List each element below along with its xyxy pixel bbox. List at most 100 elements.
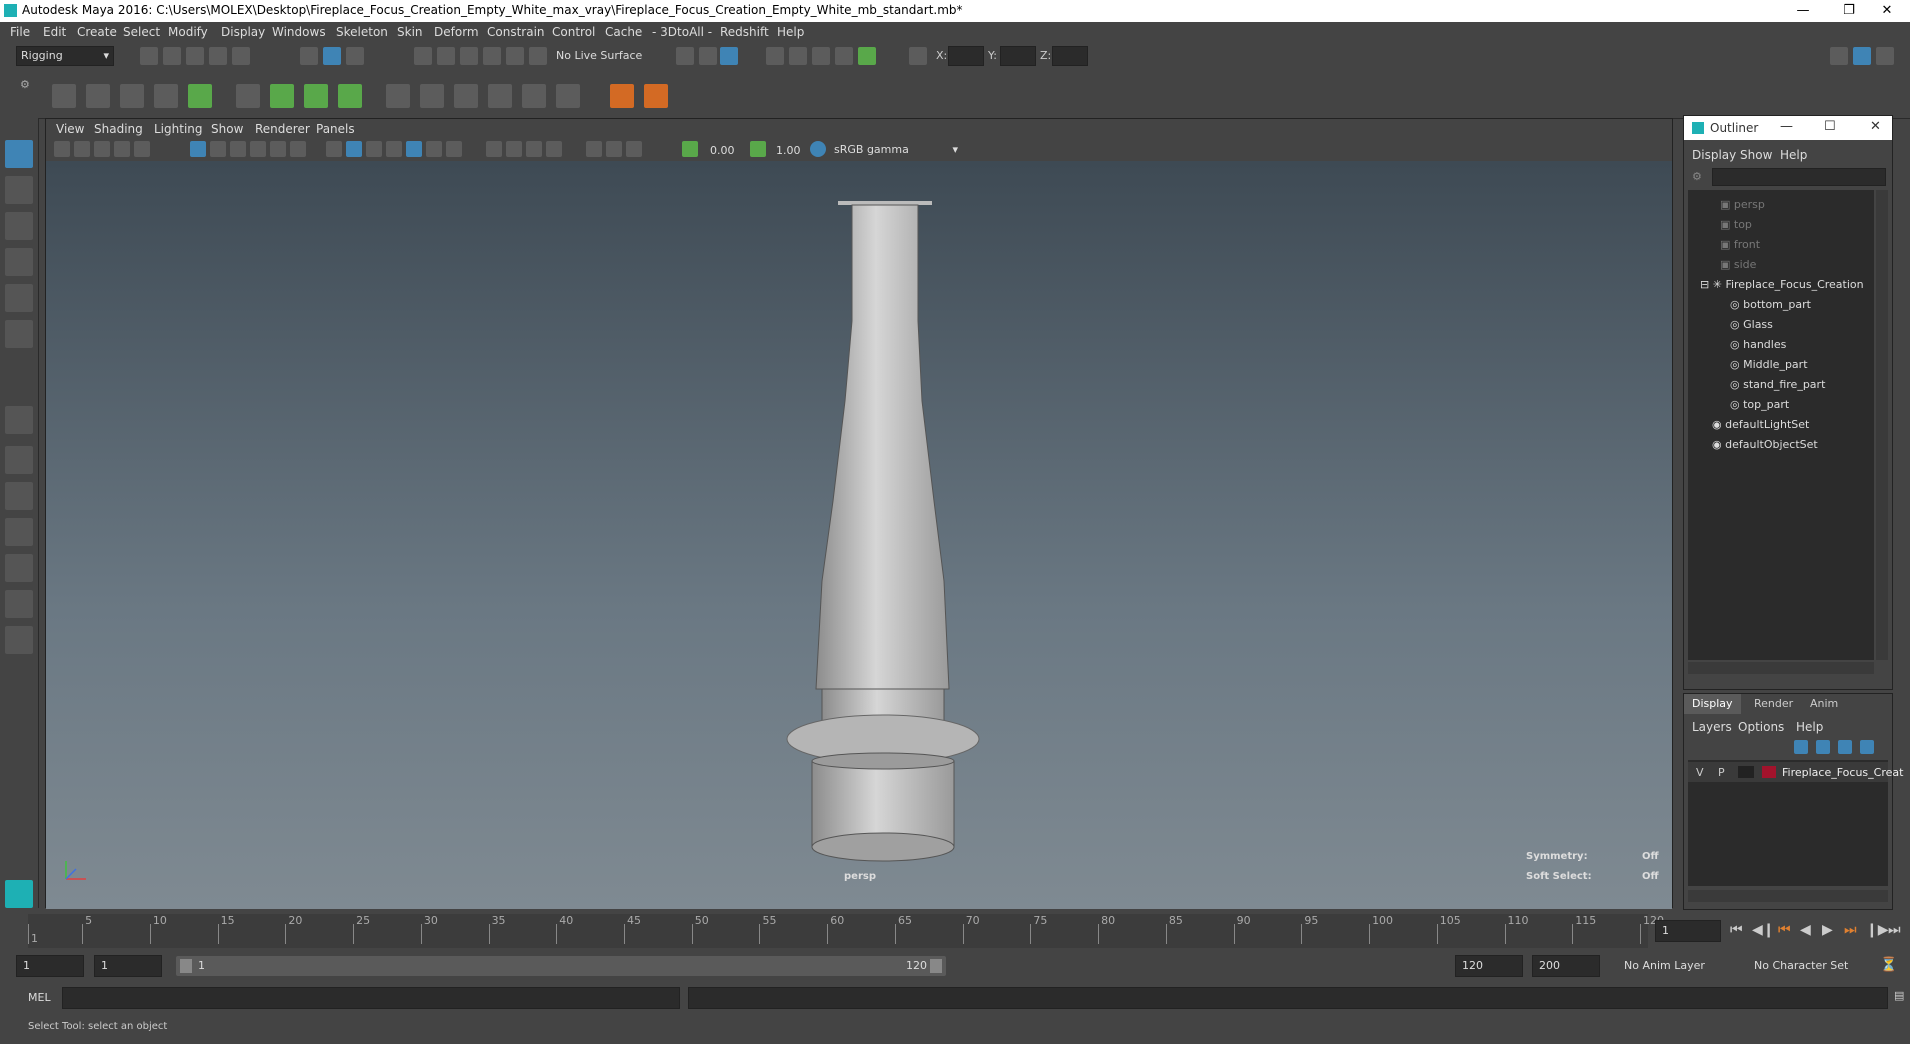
xray-joints-icon[interactable]: [506, 141, 522, 157]
paint-select-icon[interactable]: [5, 212, 33, 240]
play-backwards-icon[interactable]: ◀: [1800, 922, 1811, 938]
menu-3dtoall[interactable]: - 3DtoAll -: [652, 25, 712, 39]
render-frame-icon[interactable]: [789, 47, 807, 65]
move-layer-up-icon[interactable]: [1794, 740, 1808, 754]
open-scene-icon[interactable]: [163, 47, 181, 65]
anim-layer-dropdown[interactable]: No Anim Layer: [1620, 955, 1742, 977]
layer-color-swatch[interactable]: [1762, 766, 1776, 778]
outliner-item-child[interactable]: ◎ stand_fire_part: [1730, 376, 1825, 394]
vp-menu-renderer[interactable]: Renderer: [255, 122, 310, 136]
attribute-editor-icon[interactable]: [1853, 47, 1871, 65]
outliner-item-group[interactable]: ⊟ ✳ Fireplace_Focus_Creation: [1700, 276, 1864, 294]
four-pane-icon[interactable]: [5, 446, 33, 474]
render-layout-icon[interactable]: [5, 590, 33, 618]
auto-key-icon[interactable]: ⏳: [1880, 957, 1897, 973]
rotate-tool-icon[interactable]: [5, 284, 33, 312]
orient-constraint-icon[interactable]: [454, 84, 478, 108]
z-field[interactable]: [1052, 46, 1088, 66]
smooth-shade-icon[interactable]: [346, 141, 362, 157]
step-forward-frame-icon[interactable]: ❙▶: [1866, 922, 1889, 938]
orient-joint-icon[interactable]: [188, 84, 212, 108]
ambient-occlusion-icon[interactable]: [446, 141, 462, 157]
close-icon[interactable]: ✕: [1864, 0, 1910, 22]
field-chart-icon[interactable]: [270, 141, 286, 157]
outliner-menu-help[interactable]: Help: [1780, 148, 1807, 162]
use-all-lights-icon[interactable]: [406, 141, 422, 157]
menu-skeleton[interactable]: Skeleton: [336, 25, 388, 39]
collapse-icon[interactable]: ⊟: [1700, 278, 1709, 291]
camera-select-icon[interactable]: [54, 141, 70, 157]
color-management-icon[interactable]: [810, 141, 826, 157]
snap-point-icon[interactable]: [460, 47, 478, 65]
outliner-minimize-icon[interactable]: —: [1780, 119, 1793, 134]
outliner-item-front[interactable]: ▣ front: [1720, 236, 1760, 254]
select-hierarchy-icon[interactable]: [300, 47, 318, 65]
gamma-value[interactable]: 1.00: [776, 144, 801, 157]
x-field[interactable]: [948, 46, 984, 66]
scale-constraint-icon[interactable]: [488, 84, 512, 108]
3d-scene[interactable]: persp Symmetry: Off Soft Select: Off: [46, 161, 1672, 909]
resolution-gate-icon[interactable]: [230, 141, 246, 157]
isolate-view-icon[interactable]: [626, 141, 642, 157]
point-constraint-icon[interactable]: [386, 84, 410, 108]
paint-weights-icon[interactable]: [270, 84, 294, 108]
outliner-layout-icon[interactable]: [5, 554, 33, 582]
snap-view-plane-icon[interactable]: [483, 47, 501, 65]
menu-select[interactable]: Select: [123, 25, 160, 39]
viewport-panel[interactable]: View Shading Lighting Show Renderer Pane…: [45, 118, 1673, 909]
safe-action-icon[interactable]: [290, 141, 306, 157]
y-field[interactable]: [1000, 46, 1036, 66]
construction-history-icon[interactable]: [720, 47, 738, 65]
vp-menu-panels[interactable]: Panels: [316, 122, 355, 136]
playback-end-field[interactable]: 120: [1455, 955, 1523, 977]
play-forwards-icon[interactable]: ▶: [1822, 922, 1833, 938]
time-slider[interactable]: 1 5 10 15 20 25 30 35 40 45 50 55 60 65 70 75 80 85 90 95 10…: [0, 910, 1910, 950]
tab-anim[interactable]: Anim: [1802, 694, 1846, 714]
layout-more-icon[interactable]: [5, 626, 33, 654]
shadows-icon[interactable]: [426, 141, 442, 157]
menu-create[interactable]: Create: [77, 25, 117, 39]
menu-skin[interactable]: Skin: [397, 25, 423, 39]
menu-file[interactable]: File: [10, 25, 30, 39]
exposure-icon[interactable]: [682, 141, 698, 157]
frame-selection-icon[interactable]: [606, 141, 622, 157]
range-end-handle[interactable]: [930, 959, 942, 973]
bind-skin-icon[interactable]: [236, 84, 260, 108]
tool-settings-icon[interactable]: [1876, 47, 1894, 65]
select-component-icon[interactable]: [346, 47, 364, 65]
film-gate-icon[interactable]: [210, 141, 226, 157]
outliner-item-child[interactable]: ◎ top_part: [1730, 396, 1789, 414]
isolate-select-icon[interactable]: [546, 141, 562, 157]
layer-horizontal-scrollbar[interactable]: [1688, 890, 1888, 902]
tab-display[interactable]: Display: [1684, 694, 1741, 714]
parent-constraint-icon[interactable]: [522, 84, 546, 108]
select-tool-icon[interactable]: [5, 140, 33, 168]
menu-redshift[interactable]: Redshift: [720, 25, 769, 39]
script-editor-icon[interactable]: ▤: [1894, 989, 1904, 1002]
pole-vector-icon[interactable]: [556, 84, 580, 108]
range-bar[interactable]: 1 120: [176, 956, 946, 976]
menu-modify[interactable]: Modify: [168, 25, 208, 39]
lasso-tool-icon[interactable]: [5, 176, 33, 204]
grid-icon[interactable]: [190, 141, 206, 157]
modeling-toolkit-icon[interactable]: [1830, 47, 1848, 65]
menu-set-dropdown[interactable]: Rigging ▾: [16, 46, 114, 66]
menu-help[interactable]: Help: [777, 25, 804, 39]
layer-visibility-toggle[interactable]: V: [1696, 766, 1704, 779]
quick-rig-icon[interactable]: [610, 84, 634, 108]
gamma-icon[interactable]: [750, 141, 766, 157]
outliner-item-set[interactable]: ◉ defaultObjectSet: [1712, 436, 1818, 454]
exposure-value[interactable]: 0.00: [710, 144, 735, 157]
script-language-label[interactable]: MEL: [28, 991, 51, 1004]
outliner-maximize-icon[interactable]: ☐: [1824, 119, 1836, 134]
layers-menu-help[interactable]: Help: [1796, 720, 1823, 734]
hik-icon[interactable]: [644, 84, 668, 108]
layer-playback-toggle[interactable]: P: [1718, 766, 1725, 779]
menu-constrain[interactable]: Constrain: [487, 25, 545, 39]
filter-icon[interactable]: ⚙: [1692, 170, 1702, 183]
xray-icon[interactable]: [486, 141, 502, 157]
new-layer-icon[interactable]: [1838, 740, 1852, 754]
layers-menu-layers[interactable]: Layers: [1692, 720, 1732, 734]
snap-grid-icon[interactable]: [414, 47, 432, 65]
animation-end-field[interactable]: 200: [1532, 955, 1600, 977]
